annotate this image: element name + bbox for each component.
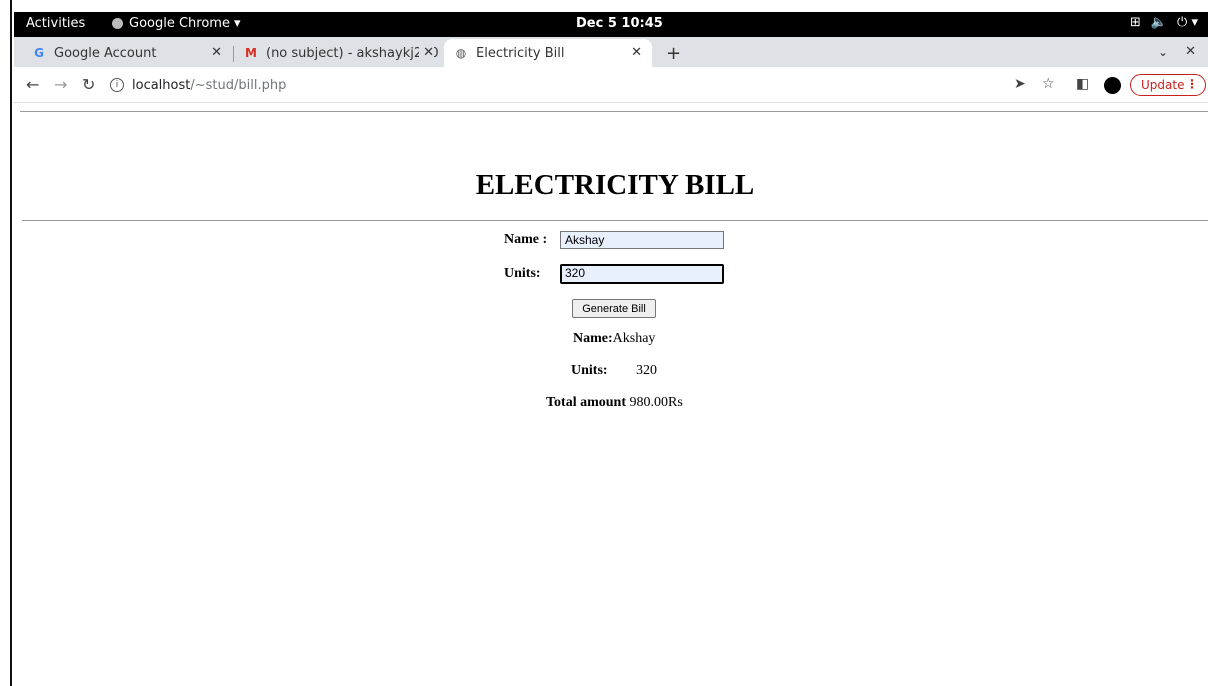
tab-gmail[interactable]: M (no subject) - akshaykj200 ✕: [234, 39, 444, 67]
side-panel-icon[interactable]: ◧: [1076, 76, 1089, 92]
result-units-label: Units:: [571, 363, 608, 378]
forward-icon[interactable]: →: [54, 75, 67, 94]
reload-icon[interactable]: ↻: [82, 75, 95, 94]
volume-icon: 🔈: [1150, 15, 1168, 30]
info-icon[interactable]: i: [110, 78, 124, 92]
bookmark-star-icon[interactable]: ☆: [1042, 76, 1055, 92]
name-label: Name :: [504, 232, 548, 247]
clock[interactable]: Dec 5 10:45: [576, 16, 663, 31]
result-name: Name:Akshay: [573, 331, 655, 347]
tab-title: Google Account: [54, 45, 157, 61]
close-icon[interactable]: ✕: [211, 45, 222, 60]
tab-title: Electricity Bill: [476, 45, 565, 61]
profile-avatar[interactable]: [1104, 77, 1121, 94]
result-name-label: Name:: [573, 331, 613, 346]
tab-google-account[interactable]: G Google Account ✕: [22, 39, 232, 67]
tab-search-icon[interactable]: ⌄: [1158, 45, 1168, 59]
os-top-bar: Activities Google Chrome ▾ Dec 5 10:45 ⊞…: [14, 12, 1208, 37]
title-divider: [22, 220, 1208, 221]
tab-electricity-bill[interactable]: ◍ Electricity Bill ✕: [444, 39, 652, 67]
units-input[interactable]: 320: [560, 264, 724, 284]
google-g-icon: G: [34, 46, 44, 60]
new-tab-button[interactable]: +: [666, 43, 681, 64]
browser-toolbar: ← → ↻ i localhost/~stud/bill.php ➤ ☆ ◧ U…: [14, 67, 1208, 103]
update-label: Update: [1141, 78, 1185, 92]
back-icon[interactable]: ←: [26, 75, 39, 94]
tab-title: (no subject) - akshaykj200: [266, 45, 439, 61]
result-units: Units:: [571, 363, 608, 379]
generate-bill-button[interactable]: Generate Bill: [572, 299, 656, 318]
address-bar[interactable]: i localhost/~stud/bill.php: [110, 72, 990, 98]
result-total-label: Total amount: [546, 395, 627, 410]
update-button[interactable]: Update ⋮: [1130, 74, 1206, 96]
result-units-value: 320: [636, 363, 657, 378]
caret-down-icon: ▾: [233, 16, 241, 31]
url-host: localhost: [132, 77, 191, 93]
send-icon[interactable]: ➤: [1014, 76, 1026, 92]
units-label: Units:: [504, 266, 541, 281]
network-icon: ⊞: [1129, 15, 1141, 30]
top-divider: [20, 111, 1208, 112]
power-icon: ⏻ ▾: [1177, 15, 1198, 30]
gmail-icon: M: [245, 46, 257, 60]
system-tray[interactable]: ⊞ 🔈 ⏻ ▾: [1130, 15, 1198, 30]
tab-strip: G Google Account ✕ M (no subject) - aksh…: [14, 37, 1208, 67]
name-input[interactable]: Akshay: [560, 231, 724, 249]
app-menu[interactable]: Google Chrome ▾: [112, 16, 241, 31]
more-menu-icon[interactable]: ⋮: [1186, 77, 1198, 91]
url-path: /~stud/bill.php: [190, 77, 287, 93]
result-total-value: 980.00Rs: [629, 395, 683, 410]
result-name-value: Akshay: [612, 331, 656, 346]
chrome-icon: [112, 18, 123, 29]
left-border: [0, 0, 12, 686]
result-total: Total amount 980.00Rs: [546, 395, 683, 411]
page-title: ELECTRICITY BILL: [475, 169, 755, 201]
page-content: ELECTRICITY BILL Name : Akshay Units: 32…: [14, 103, 1208, 686]
app-menu-label: Google Chrome: [129, 16, 230, 31]
activities-button[interactable]: Activities: [26, 16, 85, 31]
globe-icon: ◍: [455, 46, 467, 60]
window-close-icon[interactable]: ✕: [1185, 44, 1196, 59]
close-icon[interactable]: ✕: [419, 45, 434, 60]
close-icon[interactable]: ✕: [631, 45, 642, 60]
